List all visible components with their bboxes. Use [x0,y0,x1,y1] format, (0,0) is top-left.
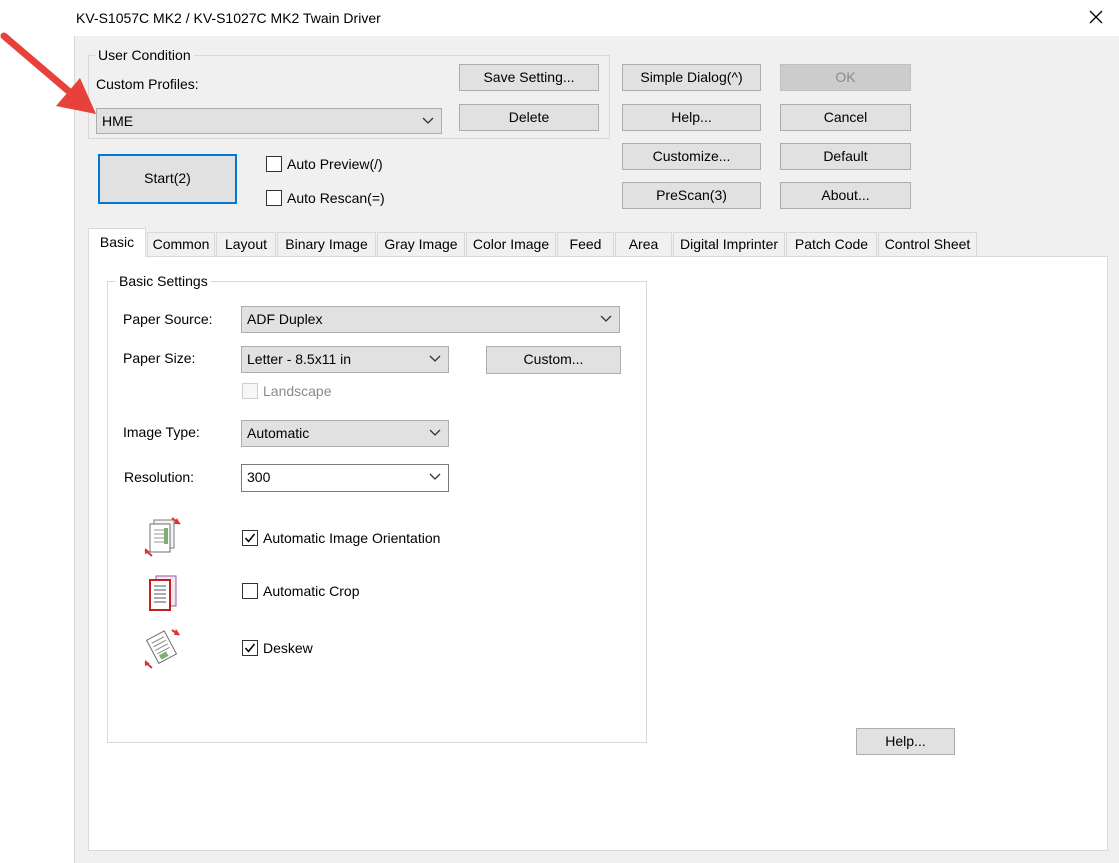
close-button[interactable] [1073,0,1119,36]
deskew-icon [142,626,182,670]
close-icon [1089,10,1103,24]
tab-digital-imprinter[interactable]: Digital Imprinter [673,232,785,256]
resolution-label: Resolution: [124,469,195,485]
title-bar: KV-S1057C MK2 / KV-S1027C MK2 Twain Driv… [74,0,1119,36]
auto-rescan-checkbox[interactable] [266,190,282,206]
resolution-combobox[interactable]: 300 [241,464,449,492]
deskew-checkbox[interactable] [242,640,258,656]
auto-rescan-label: Auto Rescan(=) [287,190,385,206]
tab-layout[interactable]: Layout [216,232,276,256]
auto-crop-icon [142,572,182,616]
about-button[interactable]: About... [780,182,911,209]
save-setting-button[interactable]: Save Setting... [459,64,599,91]
image-type-select[interactable]: Automatic [241,420,449,447]
resolution-value: 300 [247,469,271,485]
auto-preview-label: Auto Preview(/) [287,156,383,172]
image-type-value: Automatic [247,425,310,441]
auto-orientation-label: Automatic Image Orientation [263,530,441,546]
default-button[interactable]: Default [780,143,911,170]
landscape-label: Landscape [263,383,332,399]
tab-feed[interactable]: Feed [557,232,614,256]
active-tab-joint [89,254,145,258]
checkmark-icon [244,643,256,653]
paper-size-value: Letter - 8.5x11 in [247,351,352,367]
auto-crop-label: Automatic Crop [263,583,360,599]
chevron-down-icon [600,315,612,322]
paper-source-select[interactable]: ADF Duplex [241,306,620,333]
image-orientation-icon [142,514,182,558]
tab-binary-image[interactable]: Binary Image [277,232,376,256]
paper-source-label: Paper Source: [123,311,213,327]
annotation-arrow [0,28,110,124]
customize-button[interactable]: Customize... [622,143,761,170]
custom-profiles-select[interactable]: HME [96,108,442,134]
start-button[interactable]: Start(2) [98,154,237,204]
auto-orientation-checkbox[interactable] [242,530,258,546]
custom-paper-size-button[interactable]: Custom... [486,346,621,374]
custom-profiles-label: Custom Profiles: [96,76,199,92]
background-strip [0,0,74,863]
tab-area[interactable]: Area [615,232,672,256]
tab-color-image[interactable]: Color Image [466,232,556,256]
paper-source-value: ADF Duplex [247,311,323,327]
chevron-down-icon [422,117,434,124]
prescan-button[interactable]: PreScan(3) [622,182,761,209]
ok-button[interactable]: OK [780,64,911,91]
cancel-button[interactable]: Cancel [780,104,911,131]
help-button[interactable]: Help... [622,104,761,131]
landscape-checkbox[interactable] [242,383,258,399]
auto-crop-checkbox[interactable] [242,583,258,599]
tab-patch-code[interactable]: Patch Code [786,232,877,256]
chevron-down-icon [429,355,441,362]
basic-settings-legend: Basic Settings [116,273,211,289]
auto-preview-checkbox[interactable] [266,156,282,172]
window-title: KV-S1057C MK2 / KV-S1027C MK2 Twain Driv… [76,10,381,26]
basic-help-button[interactable]: Help... [856,728,955,755]
tab-basic[interactable]: Basic [88,228,146,257]
simple-dialog-button[interactable]: Simple Dialog(^) [622,64,761,91]
delete-button[interactable]: Delete [459,104,599,131]
chevron-down-icon [429,473,441,480]
deskew-label: Deskew [263,640,313,656]
paper-size-label: Paper Size: [123,350,196,366]
chevron-down-icon [429,429,441,436]
paper-size-select[interactable]: Letter - 8.5x11 in [241,346,449,373]
tab-control-sheet[interactable]: Control Sheet [878,232,977,256]
image-type-label: Image Type: [123,424,200,440]
tab-common[interactable]: Common [147,232,215,256]
tab-gray-image[interactable]: Gray Image [377,232,465,256]
checkmark-icon [244,533,256,543]
